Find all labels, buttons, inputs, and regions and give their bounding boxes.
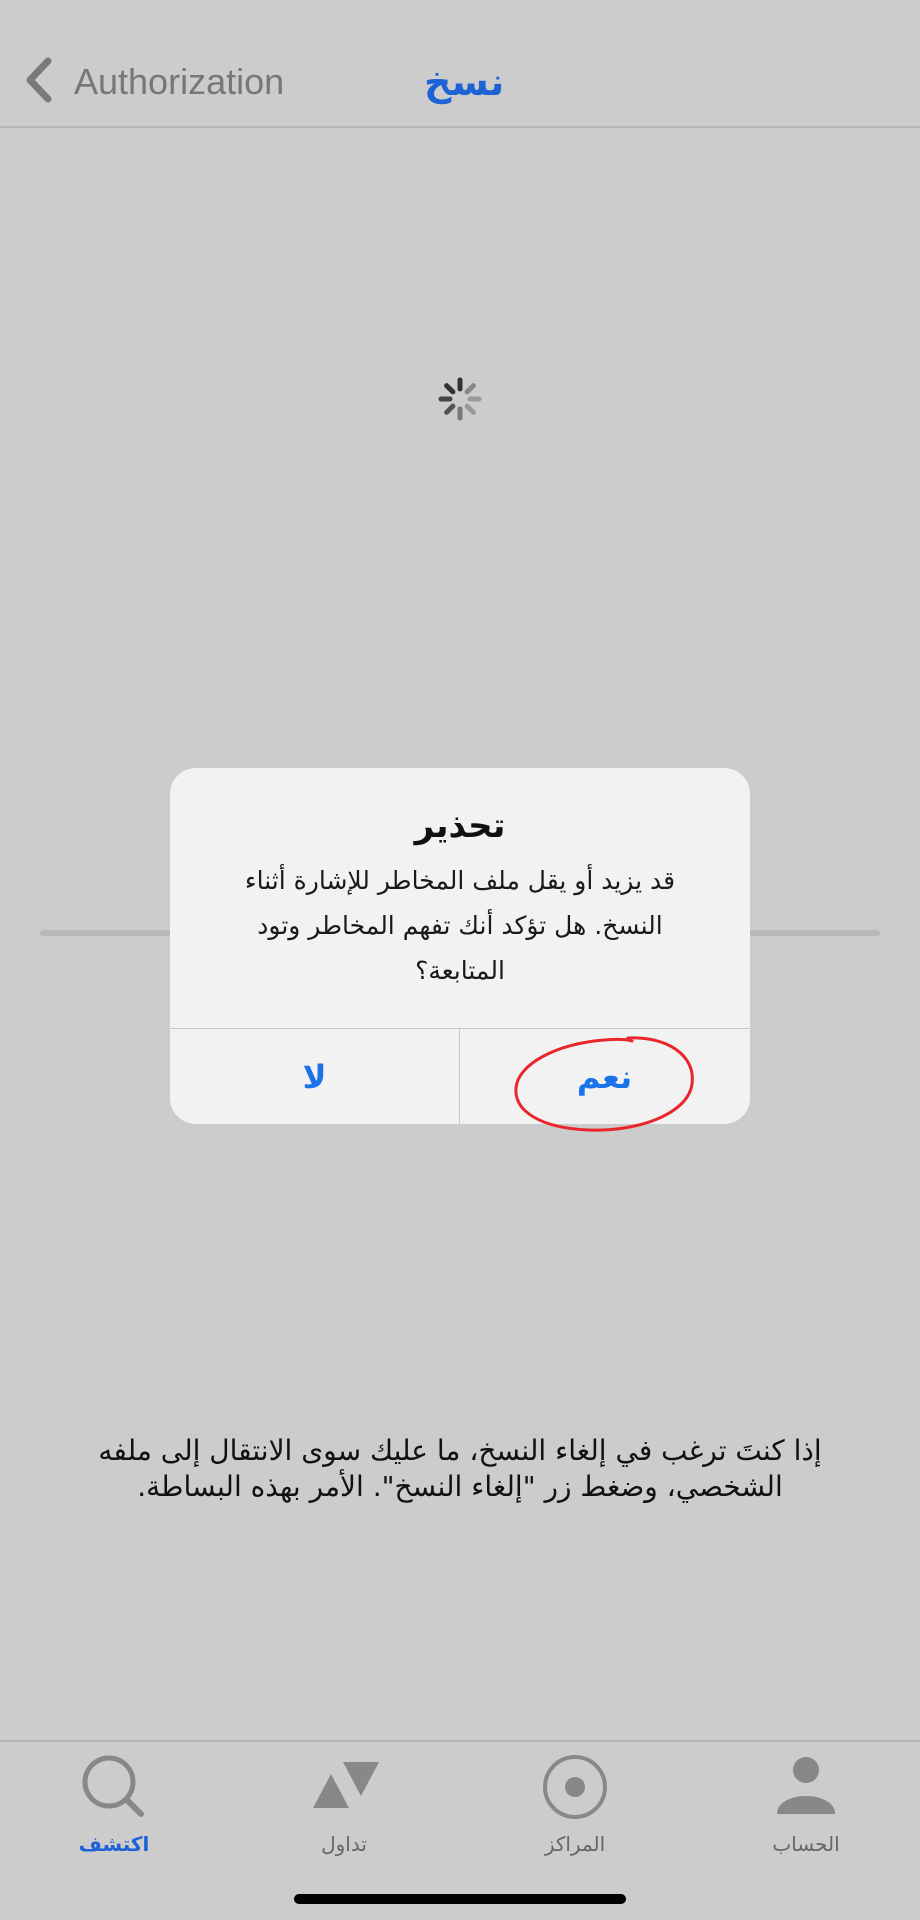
yes-button[interactable]: نعم (460, 1029, 749, 1124)
chevron-left-icon (22, 57, 56, 107)
back-button[interactable]: Authorization (22, 52, 284, 112)
navigation-bar: Authorization نسخ (0, 0, 920, 128)
dialog-title: تحذير (414, 806, 506, 846)
info-text-line: الشخصي، وضغط زر "إلغاء النسخ". الأمر بهذ… (137, 1470, 783, 1503)
back-button-label: Authorization (74, 61, 285, 102)
info-text-line: إذا كنتَ ترغب في إلغاء النسخ، ما عليك سو… (98, 1434, 822, 1467)
search-icon (79, 1752, 149, 1826)
dialog-message: قد يزيد أو يقل ملف المخاطر للإشارة أثناء… (210, 858, 710, 993)
tab-bar: اكتشف تداول المراكز الحساب (0, 1740, 920, 1920)
warning-dialog: تحذير قد يزيد أو يقل ملف المخاطر للإشارة… (170, 768, 750, 1124)
tab-label: الحساب (772, 1832, 840, 1856)
loading-spinner-icon (437, 376, 483, 422)
dialog-message-line: المتابعة؟ (415, 956, 505, 985)
home-indicator[interactable] (294, 1894, 626, 1904)
dialog-message-line: قد يزيد أو يقل ملف المخاطر للإشارة أثناء (244, 866, 676, 895)
dialog-message-line: النسخ. هل تؤكد أنك تفهم المخاطر وتود (257, 911, 663, 940)
positions-icon (540, 1752, 610, 1826)
no-button[interactable]: لا (170, 1029, 459, 1124)
tab-label: تداول (321, 1832, 367, 1856)
tab-account[interactable]: الحساب (726, 1752, 886, 1862)
tab-discover[interactable]: اكتشف (34, 1752, 194, 1862)
progress-track (40, 930, 180, 936)
tab-label: المراكز (544, 1832, 606, 1856)
info-text: إذا كنتَ ترغب في إلغاء النسخ، ما عليك سو… (70, 1433, 850, 1505)
progress-track (745, 930, 880, 936)
page-title: نسخ (424, 60, 505, 104)
tab-positions[interactable]: المراكز (495, 1752, 655, 1862)
person-icon (771, 1752, 841, 1826)
trade-icon (309, 1752, 379, 1826)
tab-trade[interactable]: تداول (264, 1752, 424, 1862)
tab-label: اكتشف (78, 1832, 150, 1856)
